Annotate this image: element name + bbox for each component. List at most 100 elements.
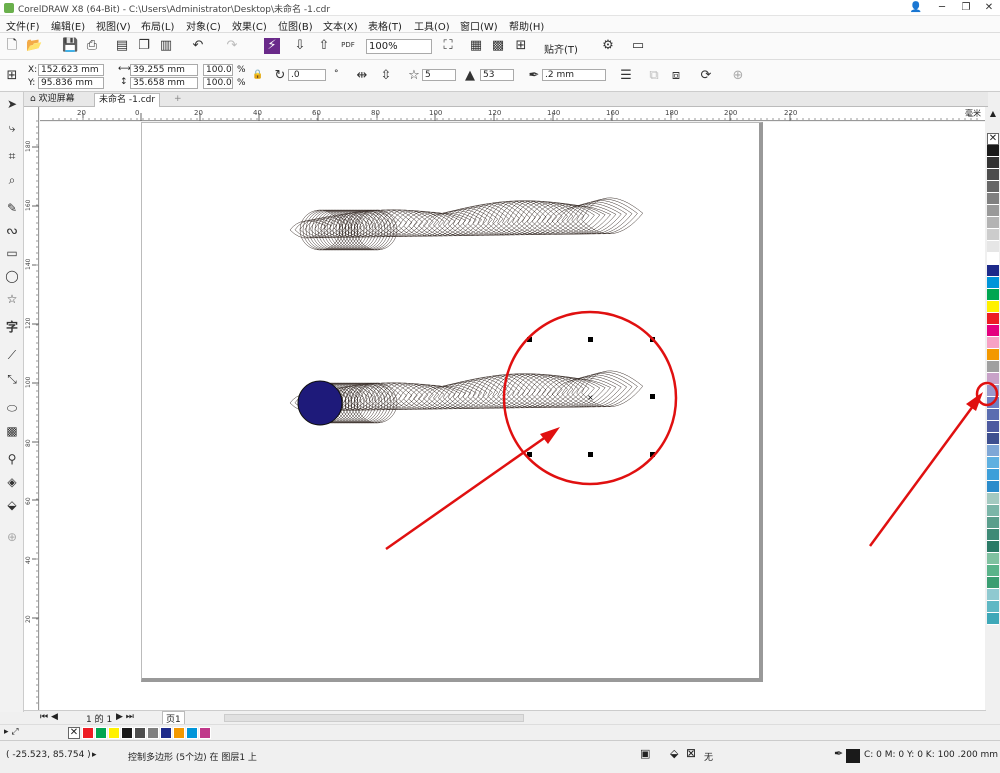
status-arrow-icon[interactable]: ▸ xyxy=(92,750,97,760)
color-swatch[interactable] xyxy=(987,253,999,265)
application-launcher-icon[interactable]: ▭ xyxy=(630,38,646,54)
object-origin-icon[interactable]: ⊞ xyxy=(4,68,20,84)
smart-fill-icon[interactable]: ⬙ xyxy=(4,497,20,513)
doc-color-swatch[interactable] xyxy=(108,727,120,739)
doc-color-swatch[interactable] xyxy=(121,727,133,739)
show-guidelines-icon[interactable]: ⊞ xyxy=(513,38,529,54)
doc-color-swatch[interactable] xyxy=(160,727,172,739)
color-swatch[interactable] xyxy=(987,445,999,457)
handle-bottom-center[interactable] xyxy=(588,452,593,457)
doc-palette-menu-icon[interactable]: ▸ ⤢ xyxy=(4,727,19,737)
y-position-field[interactable]: 95.836 mm xyxy=(38,77,104,89)
search-content-icon[interactable]: ⚡ xyxy=(264,38,280,54)
parallel-dimension-icon[interactable]: ⟋ xyxy=(4,347,20,363)
color-swatch[interactable] xyxy=(987,205,999,217)
color-swatch[interactable] xyxy=(987,541,999,553)
color-swatch[interactable] xyxy=(987,277,999,289)
text-tool-icon[interactable]: 字 xyxy=(4,319,20,335)
convert-to-curves-icon[interactable]: ⟳ xyxy=(698,68,714,84)
doc-color-swatch[interactable] xyxy=(147,727,159,739)
color-swatch[interactable] xyxy=(987,157,999,169)
doc-palette-none-swatch[interactable]: ✕ xyxy=(68,727,80,739)
outline-width-select[interactable]: .2 mm xyxy=(542,69,606,81)
zoom-tool-icon[interactable]: ⌕ xyxy=(4,172,20,188)
new-document-icon[interactable]: 🗋 xyxy=(4,38,20,54)
combine-icon[interactable]: ⧉ xyxy=(646,68,662,84)
color-swatch[interactable] xyxy=(987,337,999,349)
menu-window[interactable]: 窗口(W) xyxy=(460,18,498,33)
color-swatch[interactable] xyxy=(987,505,999,517)
color-swatch[interactable] xyxy=(987,229,999,241)
break-apart-icon[interactable]: ⧈ xyxy=(668,68,684,84)
handle-middle-right[interactable] xyxy=(650,394,655,399)
new-tab-icon[interactable]: + xyxy=(170,93,186,107)
color-swatch[interactable] xyxy=(987,517,999,529)
menu-object[interactable]: 对象(C) xyxy=(186,18,221,33)
scale-y-field[interactable]: 100.0 xyxy=(203,77,233,89)
freehand-tool-icon[interactable]: ✎ xyxy=(4,200,20,216)
doc-color-swatch[interactable] xyxy=(82,727,94,739)
x-position-field[interactable]: 152.623 mm xyxy=(38,64,104,76)
paste-icon[interactable]: ▥ xyxy=(158,38,174,54)
connector-tool-icon[interactable]: ⤡ xyxy=(4,371,20,387)
menu-bitmap[interactable]: 位图(B) xyxy=(278,18,313,33)
color-swatch[interactable] xyxy=(987,613,999,625)
color-proof-icon[interactable]: ▣ xyxy=(640,747,650,760)
show-grid-icon[interactable]: ▩ xyxy=(490,38,506,54)
color-swatch[interactable] xyxy=(987,601,999,613)
mirror-horizontal-icon[interactable]: ⇹ xyxy=(354,68,370,84)
zoom-level-select[interactable]: 100% xyxy=(366,39,432,54)
width-field[interactable]: 39.255 mm xyxy=(130,64,198,76)
pick-tool-icon[interactable]: ➤ xyxy=(4,96,20,112)
color-swatch[interactable] xyxy=(987,325,999,337)
options-gear-icon[interactable]: ⚙ xyxy=(600,38,616,54)
export-icon[interactable]: ⇧ xyxy=(316,38,332,54)
color-swatch[interactable] xyxy=(987,421,999,433)
color-swatch[interactable] xyxy=(987,529,999,541)
color-swatch[interactable] xyxy=(987,469,999,481)
color-swatch[interactable] xyxy=(987,301,999,313)
doc-color-swatch[interactable] xyxy=(186,727,198,739)
color-swatch[interactable] xyxy=(987,193,999,205)
doc-color-swatch[interactable] xyxy=(173,727,185,739)
color-swatch[interactable] xyxy=(987,409,999,421)
doc-color-swatch[interactable] xyxy=(199,727,211,739)
menu-effects[interactable]: 效果(C) xyxy=(232,18,267,33)
horizontal-scrollbar[interactable] xyxy=(224,714,524,722)
handle-top-center[interactable] xyxy=(588,337,593,342)
color-swatch[interactable] xyxy=(987,241,999,253)
menu-table[interactable]: 表格(T) xyxy=(368,18,402,33)
lock-ratio-icon[interactable]: 🔒 xyxy=(252,70,263,80)
color-swatch[interactable] xyxy=(987,361,999,373)
redo-icon[interactable]: ↷ xyxy=(224,38,240,54)
interactive-fill-icon[interactable]: ◈ xyxy=(4,474,20,490)
height-field[interactable]: 35.658 mm xyxy=(130,77,198,89)
color-swatch[interactable] xyxy=(987,577,999,589)
minimize-button[interactable]: ─ xyxy=(930,0,954,16)
fill-bucket-icon[interactable]: ⬙ xyxy=(670,747,678,760)
no-color-swatch[interactable]: ✕ xyxy=(987,133,999,145)
text-wrap-icon[interactable]: ☰ xyxy=(618,68,634,84)
outline-color-swatch[interactable] xyxy=(846,749,860,763)
show-rulers-icon[interactable]: ▦ xyxy=(468,38,484,54)
rotation-angle-field[interactable]: .0 xyxy=(288,69,326,81)
star-sharpness-field[interactable]: 53 xyxy=(480,69,514,81)
account-icon[interactable]: 👤 xyxy=(904,0,928,16)
color-swatch[interactable] xyxy=(987,493,999,505)
transparency-tool-icon[interactable]: ▩ xyxy=(4,423,20,439)
color-swatch[interactable] xyxy=(987,349,999,361)
blend-tool-icon[interactable]: ⬭ xyxy=(4,400,20,416)
open-folder-icon[interactable]: 📂 xyxy=(26,38,42,54)
menu-help[interactable]: 帮助(H) xyxy=(509,18,544,33)
scale-x-field[interactable]: 100.0 xyxy=(203,64,233,76)
color-swatch[interactable] xyxy=(987,181,999,193)
undo-icon[interactable]: ↶ xyxy=(190,38,206,54)
color-swatch[interactable] xyxy=(987,457,999,469)
star-points-field[interactable]: 5 xyxy=(422,69,456,81)
fullscreen-preview-icon[interactable]: ⛶ xyxy=(440,38,456,54)
artistic-media-icon[interactable]: ᔓ xyxy=(4,222,20,238)
doc-color-swatch[interactable] xyxy=(134,727,146,739)
cut-icon[interactable]: ▤ xyxy=(114,38,130,54)
drawing-canvas[interactable]: × xyxy=(40,122,985,710)
add-tool-icon[interactable]: ⊕ xyxy=(4,529,20,545)
